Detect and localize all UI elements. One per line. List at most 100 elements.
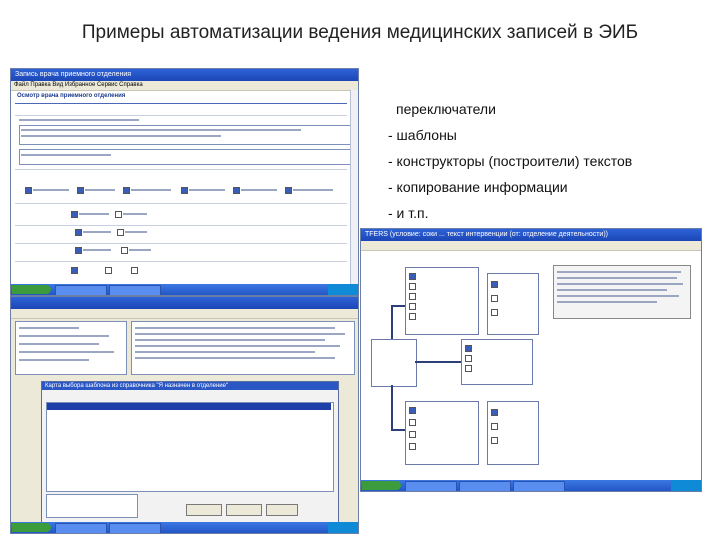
bullet-item: - копирование информации xyxy=(388,179,568,195)
comment-field[interactable] xyxy=(46,494,138,518)
text-placeholder xyxy=(33,189,69,191)
connector xyxy=(391,305,393,339)
checkbox[interactable] xyxy=(409,303,416,310)
bullet-item: переключатели xyxy=(396,101,496,117)
separator xyxy=(15,261,347,262)
system-tray xyxy=(328,284,358,295)
checkbox[interactable] xyxy=(25,187,32,194)
checkbox[interactable] xyxy=(465,345,472,352)
checkbox[interactable] xyxy=(123,187,130,194)
checkbox[interactable] xyxy=(75,247,82,254)
separator xyxy=(15,203,347,204)
taskbar-item[interactable] xyxy=(109,285,161,295)
screenshot-template-window: Карта выбора шаблона из справочника "Я н… xyxy=(10,296,359,534)
separator xyxy=(15,115,347,116)
checkbox[interactable] xyxy=(491,437,498,444)
checkbox[interactable] xyxy=(181,187,188,194)
checkbox[interactable] xyxy=(105,267,112,274)
checkbox[interactable] xyxy=(409,419,416,426)
text-placeholder xyxy=(189,189,225,191)
text-placeholder xyxy=(83,249,111,251)
taskbar-item[interactable] xyxy=(55,523,107,533)
template-text-area xyxy=(131,321,355,375)
checkbox[interactable] xyxy=(409,443,416,450)
slide-title: Примеры автоматизации ведения медицински… xyxy=(81,22,639,43)
windows-taskbar xyxy=(361,480,701,491)
checkbox[interactable] xyxy=(115,211,122,218)
checkbox[interactable] xyxy=(233,187,240,194)
text-placeholder xyxy=(135,351,315,353)
text-placeholder xyxy=(135,339,325,341)
text-placeholder xyxy=(557,289,667,291)
window-menubar: Файл Правка Вид Избранное Сервис Справка xyxy=(11,81,358,91)
bullet-item: - шаблоны xyxy=(388,127,457,143)
checkbox[interactable] xyxy=(491,423,498,430)
scrollbar[interactable] xyxy=(350,90,358,284)
dialog-button[interactable] xyxy=(266,504,298,516)
text-placeholder xyxy=(19,327,79,329)
checkbox[interactable] xyxy=(491,309,498,316)
start-button[interactable] xyxy=(12,523,51,532)
taskbar-item[interactable] xyxy=(55,285,107,295)
checkbox[interactable] xyxy=(409,283,416,290)
text-field[interactable] xyxy=(19,149,351,165)
windows-taskbar xyxy=(11,522,358,533)
left-info-pane xyxy=(15,321,127,375)
text-placeholder xyxy=(19,351,114,353)
template-dialog: Карта выбора шаблона из справочника "Я н… xyxy=(41,381,339,523)
checkbox[interactable] xyxy=(465,355,472,362)
bullet-item: - и т.п. xyxy=(388,205,429,221)
text-placeholder xyxy=(557,271,681,273)
template-list[interactable] xyxy=(46,402,334,492)
text-placeholder xyxy=(19,343,99,345)
text-placeholder xyxy=(83,231,111,233)
checkbox[interactable] xyxy=(285,187,292,194)
separator xyxy=(15,103,347,104)
connector xyxy=(391,305,405,307)
selected-template-row[interactable] xyxy=(47,403,331,410)
text-placeholder xyxy=(557,301,657,303)
text-placeholder xyxy=(125,231,147,233)
start-button[interactable] xyxy=(12,285,51,294)
connector xyxy=(391,385,393,429)
text-placeholder xyxy=(129,249,151,251)
checkbox[interactable] xyxy=(409,431,416,438)
text-placeholder xyxy=(21,135,221,137)
checkbox[interactable] xyxy=(71,267,78,274)
checkbox[interactable] xyxy=(71,211,78,218)
dialog-button[interactable] xyxy=(226,504,262,516)
dialog-button[interactable] xyxy=(186,504,222,516)
checkbox[interactable] xyxy=(491,295,498,302)
separator xyxy=(15,169,347,170)
checkbox[interactable] xyxy=(75,229,82,236)
taskbar-item[interactable] xyxy=(459,481,511,491)
connector xyxy=(415,361,461,363)
text-placeholder xyxy=(135,345,340,347)
checkbox[interactable] xyxy=(77,187,84,194)
checkbox[interactable] xyxy=(409,313,416,320)
dialog-titlebar: Карта выбора шаблона из справочника "Я н… xyxy=(42,382,338,390)
taskbar-item[interactable] xyxy=(513,481,565,491)
window-titlebar: Запись врача приемного отделения xyxy=(11,69,358,81)
checkbox[interactable] xyxy=(131,267,138,274)
text-placeholder xyxy=(19,335,109,337)
checkbox[interactable] xyxy=(465,365,472,372)
checkbox[interactable] xyxy=(409,293,416,300)
text-placeholder xyxy=(293,189,333,191)
start-button[interactable] xyxy=(362,481,401,490)
bullet-list: переключатели - шаблоны - конструкторы (… xyxy=(388,96,708,226)
checkbox[interactable] xyxy=(121,247,128,254)
windows-taskbar xyxy=(11,284,358,295)
text-placeholder xyxy=(241,189,277,191)
text-placeholder xyxy=(123,213,147,215)
taskbar-item[interactable] xyxy=(109,523,161,533)
checkbox[interactable] xyxy=(117,229,124,236)
text-placeholder xyxy=(135,327,335,329)
checkbox[interactable] xyxy=(491,281,498,288)
checkbox[interactable] xyxy=(409,273,416,280)
taskbar-item[interactable] xyxy=(405,481,457,491)
option-group xyxy=(405,401,479,465)
checkbox[interactable] xyxy=(409,407,416,414)
form-section-title: Осмотр врача приемного отделения xyxy=(17,93,126,99)
checkbox[interactable] xyxy=(491,409,498,416)
